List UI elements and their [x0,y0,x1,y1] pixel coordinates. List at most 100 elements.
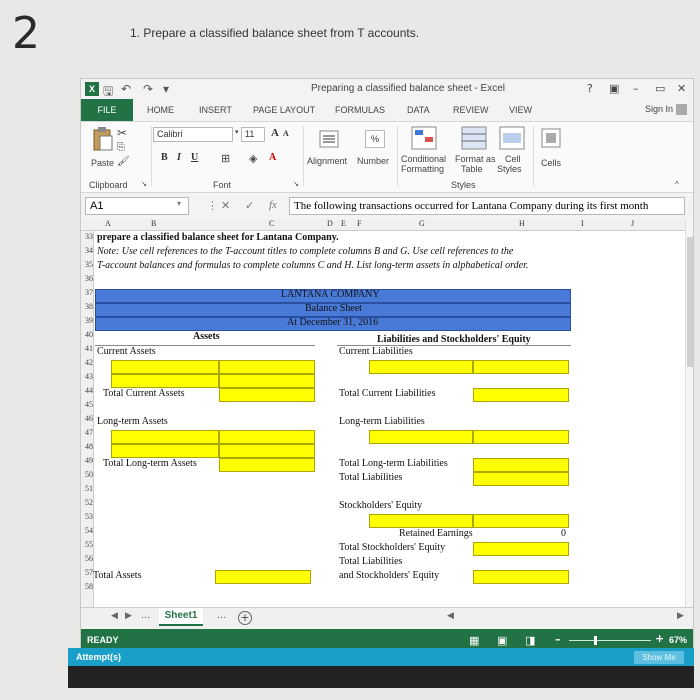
copy-icon[interactable]: ⎘ [117,142,125,153]
more-sheets-button[interactable]: ... [217,609,226,621]
zoom-out-icon[interactable]: – [555,633,561,646]
undo-icon[interactable]: ↶ [121,82,131,96]
tab-home[interactable]: HOME [147,105,174,115]
conditional-formatting-button[interactable]: Conditional [401,154,446,164]
total-current-liabilities-input[interactable] [473,388,569,402]
column-header[interactable]: I [581,219,584,228]
customize-qat-icon[interactable]: ▾ [163,82,169,96]
sheet-tab-sheet1[interactable]: Sheet1 [159,608,203,626]
row-number[interactable]: 43 [81,372,93,381]
number-button[interactable]: Number [357,156,389,166]
row-number[interactable]: 37 [81,288,93,297]
row-number[interactable]: 52 [81,498,93,507]
row-number[interactable]: 38 [81,302,93,311]
font-launcher-icon[interactable]: ↘ [293,180,299,188]
total-liabilities-input[interactable] [473,472,569,486]
shrink-font-button[interactable]: A [283,129,289,138]
cells-button[interactable]: Cells [541,158,561,168]
long-term-asset-amount-input[interactable] [219,430,315,444]
tab-formulas[interactable]: FORMULAS [335,105,385,115]
tab-data[interactable]: DATA [407,105,430,115]
total-liabilities-and-equity-input[interactable] [473,570,569,584]
bold-button[interactable]: B [161,152,168,163]
paste-label[interactable]: Paste [91,158,114,168]
row-number[interactable]: 44 [81,386,93,395]
column-header[interactable]: B [151,219,156,228]
cut-icon[interactable]: ✂ [117,126,127,140]
cell-styles-icon[interactable] [499,126,525,150]
collapse-ribbon-icon[interactable]: ^ [675,180,679,189]
next-sheet-icon[interactable]: ▶ [125,611,132,621]
column-header[interactable]: G [419,219,425,228]
column-header[interactable]: J [631,219,634,228]
page-break-view-icon[interactable]: ◨ [525,634,535,647]
row-number[interactable]: 47 [81,428,93,437]
zoom-in-icon[interactable]: + [655,632,664,645]
sign-in-link[interactable]: Sign In [645,104,687,116]
scroll-right-icon[interactable]: ▶ [677,611,684,621]
total-assets-input[interactable] [215,570,311,584]
long-term-liability-amount-input[interactable] [473,430,569,444]
vertical-scroll-thumb[interactable] [687,237,693,367]
zoom-slider[interactable] [569,640,651,641]
cells-icon[interactable] [541,128,561,148]
current-liability-name-input[interactable] [369,360,473,374]
long-term-liability-name-input[interactable] [369,430,473,444]
underline-button[interactable]: U [191,152,198,163]
page-layout-view-icon[interactable]: ▣ [497,634,507,647]
row-number[interactable]: 58 [81,582,93,591]
font-name-dropdown-icon[interactable]: ▾ [235,128,239,136]
equity-account-amount-input[interactable] [473,514,569,528]
font-color-icon[interactable]: A [269,152,276,163]
zoom-level[interactable]: 67% [669,635,687,645]
tab-review[interactable]: REVIEW [453,105,489,115]
scroll-left-icon[interactable]: ◀ [447,611,454,621]
total-stockholders-equity-input[interactable] [473,542,569,556]
column-header[interactable]: H [519,219,525,228]
column-header[interactable]: A [105,219,111,228]
grow-font-button[interactable]: A [271,127,279,139]
cell-styles-button[interactable]: Cell [505,154,521,164]
current-asset-amount-input[interactable] [219,360,315,374]
prev-sheet-icon[interactable]: ◀ [111,611,118,621]
add-sheet-icon[interactable]: + [238,611,252,625]
name-box-dropdown-icon[interactable]: ▾ [177,199,181,208]
row-number[interactable]: 40 [81,330,93,339]
row-number[interactable]: 49 [81,456,93,465]
alignment-button[interactable]: Alignment [307,156,347,166]
name-box[interactable]: A1 [85,197,189,215]
column-header[interactable]: D [327,219,333,228]
help-icon[interactable]: ? [587,82,593,95]
total-long-term-assets-input[interactable] [219,458,315,472]
borders-icon[interactable]: ⊞ [221,152,230,165]
row-number[interactable]: 46 [81,414,93,423]
show-me-button[interactable]: Show Me [634,651,684,664]
total-current-assets-input[interactable] [219,388,315,402]
long-term-asset-name-input[interactable] [111,444,219,458]
restore-icon[interactable]: ▭ [655,82,665,95]
normal-view-icon[interactable]: ▦ [469,634,479,647]
italic-button[interactable]: I [177,152,181,163]
row-number[interactable]: 57 [81,568,93,577]
tab-page-layout[interactable]: PAGE LAYOUT [253,105,315,115]
row-number[interactable]: 45 [81,400,93,409]
row-number[interactable]: 41 [81,344,93,353]
redo-icon[interactable]: ↷ [143,82,153,96]
row-number[interactable]: 42 [81,358,93,367]
column-header[interactable]: F [357,219,361,228]
row-number[interactable]: 51 [81,484,93,493]
conditional-formatting-icon[interactable] [411,126,437,150]
ribbon-display-icon[interactable]: ▣ [609,82,619,95]
alignment-icon[interactable] [319,130,339,148]
worksheet-grid[interactable]: A B C D E F G H I J 33 34 35 36 37 38 39 40 41 42… [81,219,685,607]
paste-icon[interactable] [91,126,115,152]
long-term-asset-amount-input[interactable] [219,444,315,458]
row-number[interactable]: 53 [81,512,93,521]
row-number[interactable]: 33 [81,232,93,241]
row-number[interactable]: 36 [81,274,93,283]
row-number[interactable]: 56 [81,554,93,563]
column-header[interactable]: E [341,219,346,228]
current-asset-amount-input[interactable] [219,374,315,388]
current-asset-name-input[interactable] [111,374,219,388]
current-liability-amount-input[interactable] [473,360,569,374]
